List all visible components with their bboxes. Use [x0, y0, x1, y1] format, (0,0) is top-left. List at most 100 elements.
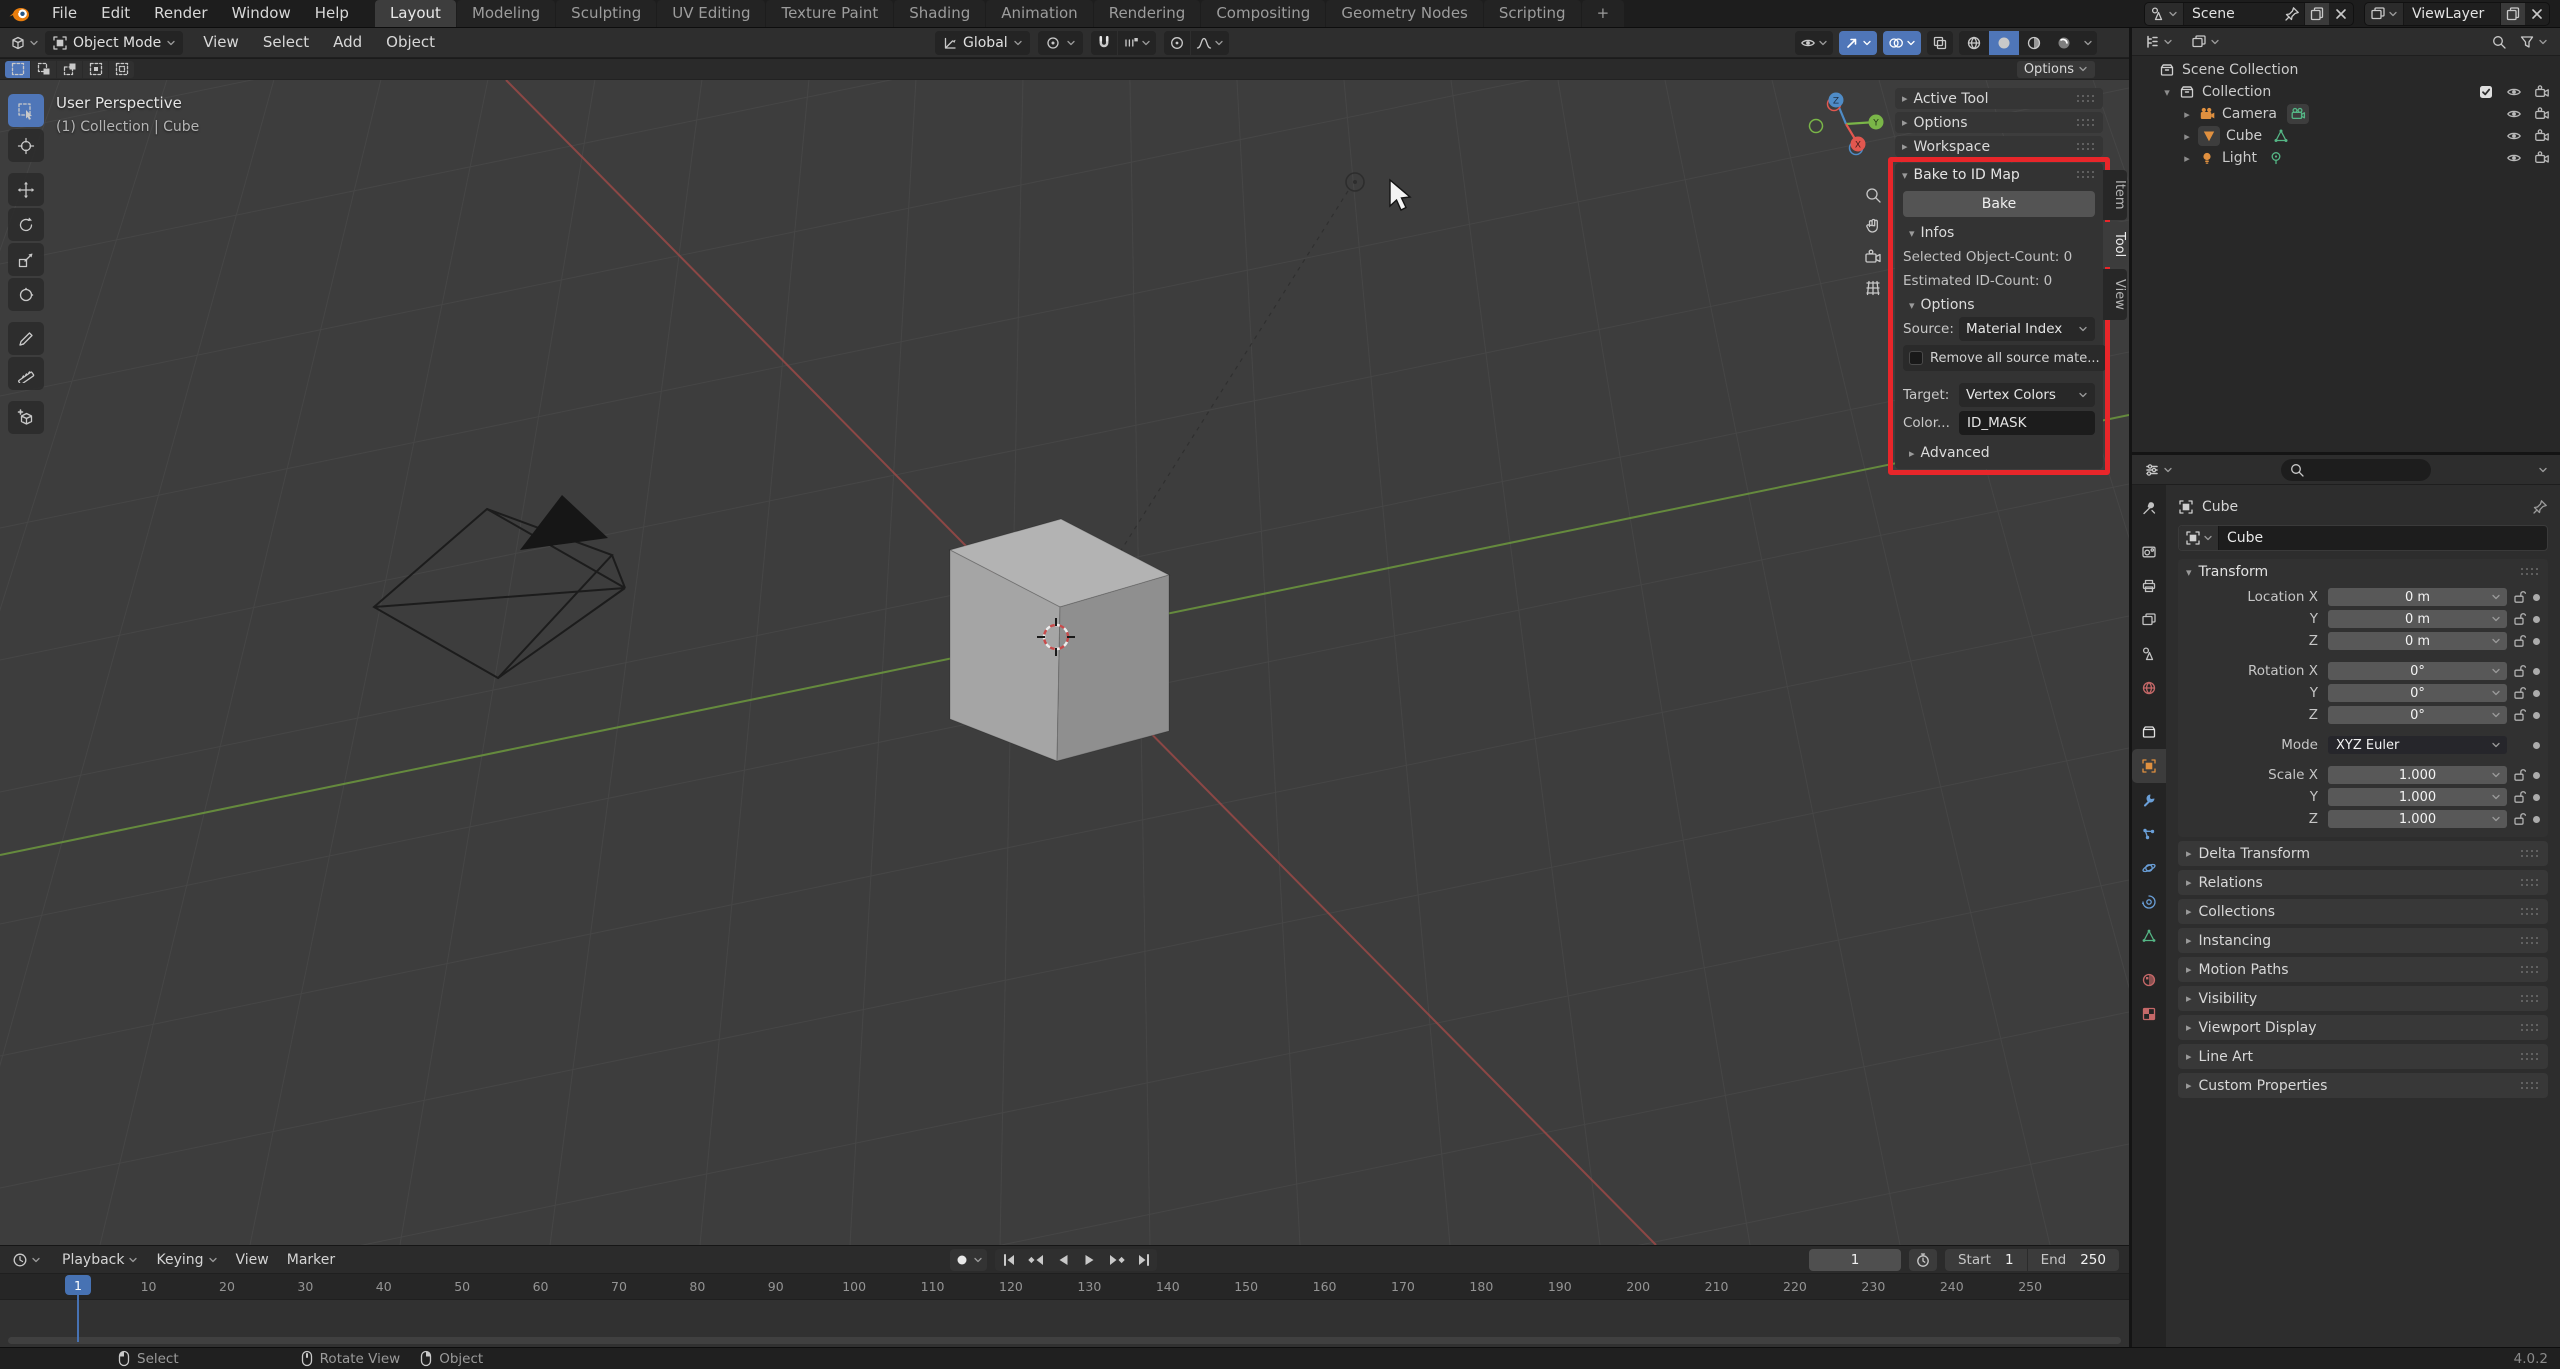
scene-browse-button[interactable] — [2145, 3, 2184, 25]
panel-grip[interactable] — [2521, 936, 2540, 945]
viewport-menu-item[interactable]: Object — [374, 29, 447, 56]
disclosure-down-icon[interactable]: ▾ — [2160, 86, 2174, 99]
unlink-scene-button[interactable] — [2329, 3, 2353, 25]
panel-grip[interactable] — [2521, 1023, 2540, 1032]
object-name-field[interactable]: Cube — [2178, 525, 2548, 551]
outliner-row[interactable]: ▸ Camera — [2132, 103, 2560, 125]
value-slider[interactable]: 1.000 — [2328, 810, 2507, 828]
outliner-item-label[interactable]: Cube — [2226, 128, 2262, 144]
mode-dropdown[interactable]: Object Mode — [45, 30, 184, 55]
color-attribute-field[interactable]: ID_MASK — [1959, 411, 2095, 435]
animate-dot[interactable] — [2533, 593, 2540, 601]
properties-collapsed-panel[interactable]: ▸ Motion Paths — [2178, 957, 2548, 982]
shading-rendered-button[interactable] — [2049, 31, 2079, 55]
properties-tab-tool[interactable] — [2132, 491, 2166, 525]
end-frame-field[interactable]: End 250 — [2026, 1248, 2119, 1271]
tool-move-button[interactable] — [8, 173, 44, 206]
animate-dot[interactable] — [2533, 711, 2540, 719]
tool-transform-button[interactable] — [8, 278, 44, 311]
sidebar-panel-header[interactable]: ▸ Workspace — [1895, 136, 2103, 157]
orientation-dropdown[interactable]: Global — [935, 30, 1030, 55]
tool-rotate-button[interactable] — [8, 208, 44, 241]
workspace-tab[interactable]: + — [1581, 0, 1625, 27]
stopwatch-icon[interactable] — [1908, 1248, 1937, 1271]
tool-annotate-button[interactable] — [8, 322, 44, 355]
properties-options-dropdown[interactable] — [2532, 458, 2554, 482]
hide-viewport-toggle[interactable] — [2506, 106, 2522, 122]
pin-icon[interactable] — [2532, 499, 2548, 515]
lock-open-icon[interactable] — [2507, 707, 2531, 723]
tool-select-box-button[interactable] — [8, 94, 44, 127]
tool-add-cube-button[interactable] — [8, 401, 44, 434]
value-slider[interactable]: 0° — [2328, 662, 2507, 680]
workspace-tab[interactable]: Sculpting — [556, 0, 657, 27]
advanced-subpanel-header[interactable]: ▸ Advanced — [1909, 445, 2095, 461]
menu-item[interactable]: Window — [220, 0, 303, 27]
value-slider[interactable]: 1.000 — [2328, 788, 2507, 806]
outliner-row[interactable]: ▾ Collection — [2132, 81, 2560, 103]
proportional-edit-toggle[interactable] — [1163, 30, 1190, 55]
panel-grip[interactable] — [2521, 568, 2540, 576]
next-keyframe-button[interactable] — [1103, 1249, 1130, 1271]
tool-scale-button[interactable] — [8, 243, 44, 276]
select-extend-button[interactable] — [31, 60, 56, 78]
animate-dot[interactable] — [2533, 689, 2540, 697]
checkbox[interactable] — [1909, 351, 1923, 365]
workspace-tab[interactable]: Geometry Nodes — [1326, 0, 1483, 27]
lock-open-icon[interactable] — [2507, 767, 2531, 783]
disable-render-toggle[interactable] — [2534, 84, 2550, 100]
menu-item[interactable]: Edit — [89, 0, 142, 27]
pivot-dropdown[interactable] — [1037, 30, 1083, 55]
shading-solid-button[interactable] — [1989, 30, 2019, 55]
panel-grip[interactable] — [2077, 142, 2096, 151]
target-dropdown[interactable]: Vertex Colors — [1959, 383, 2095, 407]
viewlayer-name-field[interactable]: ViewLayer — [2404, 6, 2500, 22]
show-gizmo-toggle[interactable] — [1839, 30, 1877, 55]
infos-subpanel-header[interactable]: ▾ Infos — [1909, 225, 2095, 241]
animate-dot[interactable] — [2533, 741, 2540, 749]
sidebar-tab[interactable]: Tool — [2103, 221, 2127, 267]
navigation-gizmo[interactable]: Z Y X — [1801, 83, 1893, 175]
workspace-tab[interactable]: Layout — [374, 0, 456, 27]
timeline-editor-type-button[interactable] — [6, 1248, 47, 1272]
outliner-filter-button[interactable] — [2513, 30, 2554, 54]
light-data-icon[interactable] — [2267, 149, 2285, 167]
lock-open-icon[interactable] — [2507, 811, 2531, 827]
hide-viewport-toggle[interactable] — [2506, 84, 2522, 100]
outliner-item-label[interactable]: Light — [2222, 150, 2257, 166]
value-slider[interactable]: XYZ Euler — [2328, 736, 2507, 754]
shading-settings-dropdown[interactable] — [2079, 31, 2097, 55]
properties-collapsed-panel[interactable]: ▸ Relations — [2178, 870, 2548, 895]
viewport-pan-button[interactable] — [1858, 211, 1888, 241]
mesh-obj-icon[interactable] — [2198, 126, 2220, 146]
outliner-row[interactable]: ▸ Cube — [2132, 125, 2560, 147]
properties-collapsed-panel[interactable]: ▸ Collections — [2178, 899, 2548, 924]
viewport-menu-item[interactable]: View — [191, 29, 251, 56]
workspace-tab[interactable]: Modeling — [456, 0, 556, 27]
mesh-data-icon[interactable] — [2272, 127, 2290, 145]
current-frame-field[interactable]: 1 — [1808, 1248, 1901, 1271]
panel-grip[interactable] — [2521, 965, 2540, 974]
options-dropdown[interactable]: Options — [2016, 60, 2095, 78]
chevron-down-icon[interactable] — [973, 1255, 983, 1265]
editor-type-button[interactable] — [4, 31, 45, 55]
snap-toggle-button[interactable] — [1090, 30, 1117, 55]
outliner-display-mode-button[interactable] — [2185, 30, 2226, 54]
visibility-dropdown[interactable] — [1795, 30, 1833, 55]
scene-name-field[interactable]: Scene — [2184, 6, 2280, 22]
workspace-tab[interactable]: Compositing — [1201, 0, 1326, 27]
outliner-row[interactable]: ▸ Light — [2132, 147, 2560, 169]
gizmo-neg-y[interactable] — [1808, 118, 1824, 134]
panel-grip[interactable] — [2521, 1052, 2540, 1061]
properties-collapsed-panel[interactable]: ▸ Custom Properties — [2178, 1073, 2548, 1098]
pin-icon[interactable] — [2280, 3, 2304, 25]
select-subtract-button[interactable] — [57, 60, 82, 78]
collection-icon[interactable] — [2178, 83, 2196, 101]
animate-dot[interactable] — [2533, 615, 2540, 623]
hide-viewport-toggle[interactable] — [2506, 128, 2522, 144]
xray-toggle[interactable] — [1927, 30, 1953, 55]
light-obj-icon[interactable] — [2198, 149, 2216, 167]
outliner-item-label[interactable]: Scene Collection — [2182, 62, 2298, 78]
lock-open-icon[interactable] — [2507, 663, 2531, 679]
panel-grip[interactable] — [2077, 94, 2096, 103]
